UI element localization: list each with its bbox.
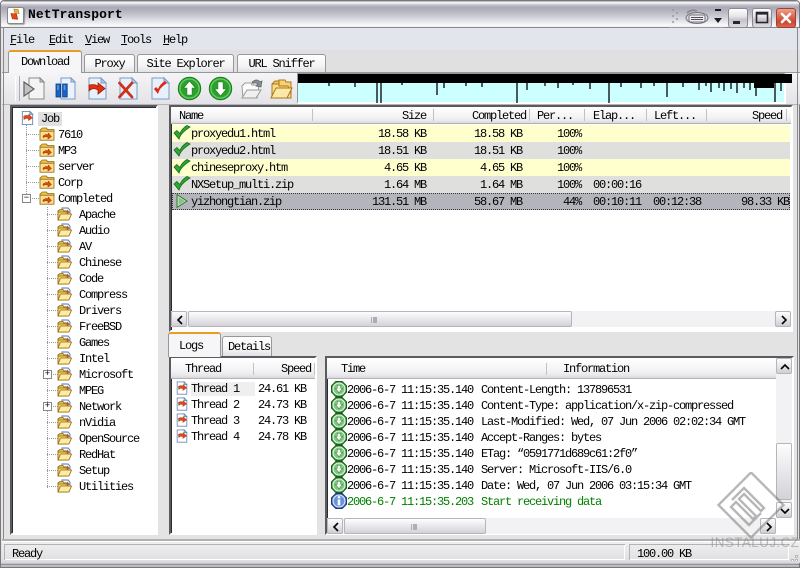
svg-text:INSTALUJ.CZ: INSTALUJ.CZ [711, 535, 799, 550]
